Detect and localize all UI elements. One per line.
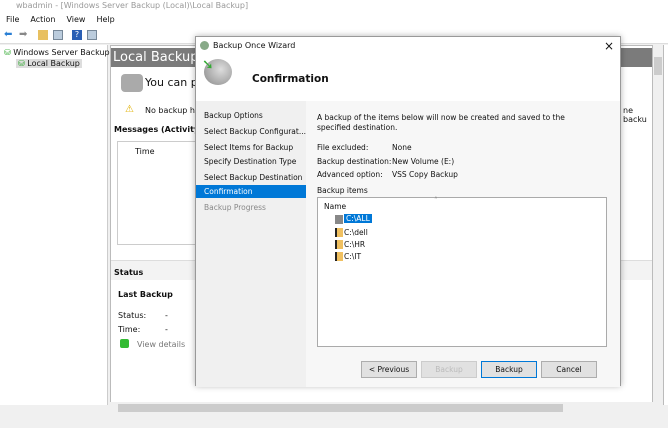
time-label: Time: [118,325,141,334]
tree-item-local-backup[interactable]: ⛁ Local Backup [16,59,82,68]
vertical-scrollbar[interactable] [653,45,663,403]
step-confirmation[interactable]: Confirmation [196,185,306,198]
backup-once-wizard-dialog: Backup Once Wizard × ➘ Confirmation Back… [195,36,621,387]
messages-list [117,141,197,245]
previous-button[interactable]: < Previous [361,361,417,378]
time-value: - [165,325,168,334]
up-folder-icon[interactable] [38,30,48,40]
wizard-title-icon [200,41,209,50]
list-item[interactable]: C:\IT [344,252,361,261]
warning-icon: ⚠ [125,104,134,115]
cancel-button[interactable]: Cancel [541,361,597,378]
menu-bar: File Action View Help [0,13,668,27]
step-select-items[interactable]: Select Items for Backup [204,143,293,152]
help-icon[interactable]: ? [72,30,82,40]
window-title: wbadmin - [Windows Server Backup (Local)… [0,0,668,13]
backup-destination-label: Backup destination: [317,157,392,166]
backup-destination-value: New Volume (E:) [392,157,455,166]
sort-arrow-icon: ˄ [434,196,438,205]
view-details-link[interactable]: View details [137,340,185,349]
navigation-tree: ⛁ Windows Server Backup (L ⛁ Local Backu… [0,45,120,405]
show-hide-tree-icon[interactable] [53,30,63,40]
dialog-header: Backup Once Wizard × ➘ Confirmation [196,37,620,101]
backup-items-label: Backup items [317,186,368,195]
confirmation-description: A backup of the items below will now be … [317,113,565,132]
step-select-destination[interactable]: Select Backup Destination [204,173,302,182]
next-button-disabled: Backup [421,361,477,378]
green-arrow-icon: ➘ [202,57,214,73]
backup-drive-icon [121,74,143,92]
menu-file[interactable]: File [6,15,19,24]
action-pane-icon[interactable] [87,30,97,40]
advanced-option-label: Advanced option: [317,170,383,179]
list-item[interactable]: C:\ALL [344,214,372,223]
step-destination-type[interactable]: Specify Destination Type [204,157,296,166]
dialog-title: Backup Once Wizard [213,41,296,50]
wizard-heading: Confirmation [252,73,329,85]
menu-help[interactable]: Help [96,15,114,24]
menu-view[interactable]: View [66,15,85,24]
step-select-backup-configuration[interactable]: Select Backup Configurat... [204,127,306,136]
folder-icon [335,215,343,224]
tree-item-root[interactable]: ⛁ Windows Server Backup (L [4,48,120,57]
backup-button[interactable]: Backup [481,361,537,378]
time-column-header[interactable]: Time [135,147,155,156]
view-details-icon [120,339,129,348]
actions-pane [663,45,668,405]
folder-icon [335,240,343,249]
backup-items-list[interactable]: Name ˄ C:\ALL C:\dell C:\HR C:\IT [317,196,607,347]
status-label: Status: [118,311,147,320]
last-backup-label: Last Backup [118,290,173,299]
step-backup-options[interactable]: Backup Options [204,111,263,120]
folder-icon [335,228,343,237]
wizard-steps: Backup Options Select Backup Configurat.… [196,101,306,387]
close-button[interactable]: × [604,39,614,53]
list-item[interactable]: C:\HR [344,240,365,249]
file-excluded-value: None [392,143,412,152]
file-excluded-label: File excluded: [317,143,369,152]
warning-text-right: ne backu [623,106,647,124]
back-icon[interactable]: ⬅ [4,30,14,40]
menu-action[interactable]: Action [30,15,55,24]
list-item[interactable]: C:\dell [344,228,368,237]
forward-icon[interactable]: ➡ [19,30,29,40]
advanced-option-value: VSS Copy Backup [392,170,458,179]
status-value: - [165,311,168,320]
step-backup-progress: Backup Progress [204,203,266,212]
folder-icon [335,252,343,261]
horizontal-scrollbar[interactable] [110,402,663,414]
name-column-header[interactable]: Name [324,202,346,211]
